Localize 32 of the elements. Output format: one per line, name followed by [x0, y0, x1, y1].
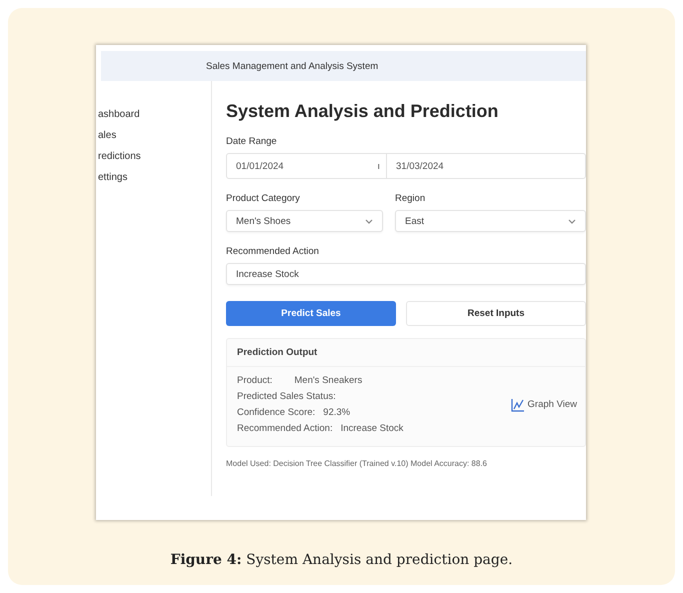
chevron-down-icon [365, 218, 373, 224]
sidebar-item[interactable]: redictions [98, 151, 211, 162]
predict-button[interactable]: Predict Sales [226, 301, 396, 326]
date-separator: ı [377, 160, 380, 172]
app-title: Sales Management and Analysis System [206, 60, 378, 72]
output-label: Recommended Action: [237, 423, 333, 434]
panel-title: Prediction Output [227, 339, 585, 367]
sidebar-item[interactable]: ashboard [98, 109, 211, 120]
output-value: Men's Sneakers [294, 375, 362, 386]
dropdown[interactable]: Men's Shoes [226, 210, 383, 232]
dropdown[interactable]: East [395, 210, 586, 232]
reset-button[interactable]: Reset Inputs [406, 301, 586, 326]
output-label: Confidence Score: [237, 407, 316, 418]
output-label: Product: [237, 375, 272, 386]
figure-caption: Figure 4: System Analysis and prediction page. [170, 552, 513, 568]
input-field[interactable]: Increase Stock [226, 263, 586, 285]
output-value: 92.3% [323, 407, 350, 418]
line-chart-icon [510, 398, 525, 412]
sidebar-item[interactable]: ales [98, 130, 211, 141]
end-date-field[interactable]: 31/03/2024 [387, 160, 453, 172]
chevron-down-icon [568, 218, 576, 224]
start-date-field[interactable]: 01/01/2024 [236, 160, 284, 172]
output-value: Increase Stock [340, 423, 404, 434]
field-label: Recommended Action [226, 246, 320, 257]
graph-view-link[interactable]: Graph View [510, 398, 577, 412]
field-label: Date Range [226, 136, 278, 147]
field-label: Region [395, 193, 426, 204]
page-title: System Analysis and Prediction [226, 101, 500, 122]
model-info-text: Model Used: Decision Tree Classifier (Trained v.10) Model Accuracy: 88.6 [226, 459, 488, 468]
sidebar-item[interactable]: ettings [98, 172, 211, 183]
field-label: Product Category [226, 193, 301, 204]
output-label: Predicted Sales Status: [237, 391, 336, 402]
